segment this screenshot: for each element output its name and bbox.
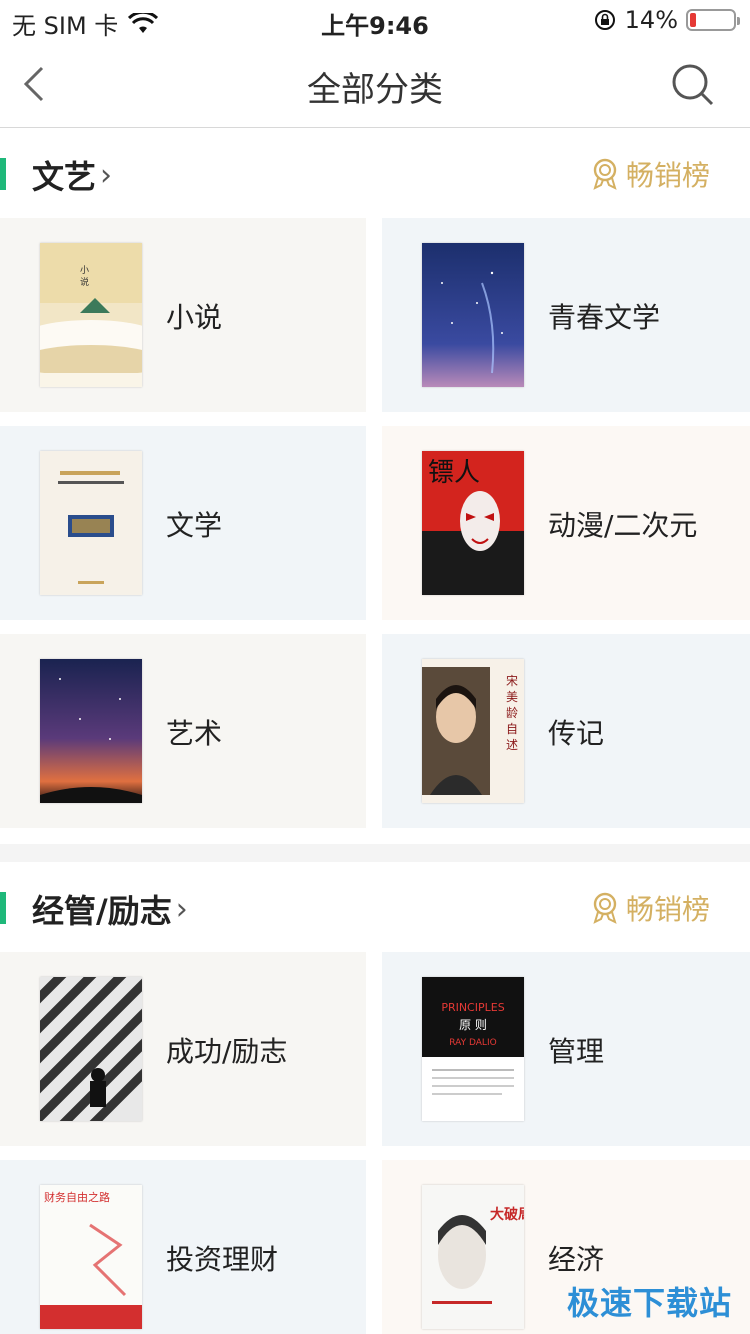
striped-book-cover	[40, 977, 142, 1121]
svg-text:小: 小	[80, 265, 89, 276]
tile-label: 成功/励志	[166, 1035, 288, 1068]
bestseller-label: 畅销榜	[625, 893, 710, 926]
cover-title-2: 美	[506, 690, 518, 704]
category-tile-chenggong[interactable]: 成功/励志	[0, 952, 366, 1146]
portrait-book-cover: 宋 美 龄 自 述	[422, 659, 524, 803]
medal-icon	[593, 158, 617, 190]
tile-label: 投资理财	[166, 1243, 279, 1276]
category-tile-wenxue[interactable]: 文学	[0, 426, 366, 620]
section-title-text: 文艺	[32, 158, 97, 196]
tile-label: 动漫/二次元	[548, 509, 698, 542]
category-tile-guanli[interactable]: PRINCIPLES 原 则 RAY DALIO 管理	[382, 952, 750, 1146]
battery-fill	[690, 13, 696, 27]
chevron-right-icon: ›	[175, 891, 188, 927]
section-header: 经管/励志 › 畅销榜	[0, 862, 750, 952]
tile-label: 传记	[548, 717, 605, 750]
cover-title: 镖人	[428, 458, 480, 488]
mask-book-cover: 镖人	[422, 451, 524, 595]
woman-portrait-book-cover: 大破局	[422, 1185, 524, 1329]
battery-icon	[686, 9, 740, 31]
rotation-lock-icon	[594, 10, 615, 30]
starry-night-book-cover	[422, 243, 524, 387]
category-tile-yishu[interactable]: 艺术	[0, 634, 366, 828]
svg-text:说: 说	[80, 276, 89, 288]
category-tile-touzi[interactable]: 财务自由之路 投资理财	[0, 1160, 366, 1334]
section-accent-bar	[0, 158, 6, 190]
bestseller-link[interactable]: 畅销榜	[590, 154, 710, 194]
section-header: 文艺 › 畅销榜	[0, 128, 750, 218]
section-title-text: 经管/励志	[32, 892, 172, 930]
category-tile-qingchun[interactable]: 青春文学	[382, 218, 750, 412]
tile-label: 小说	[166, 301, 223, 334]
tile-label: 管理	[548, 1035, 605, 1068]
nav-bar: 全部分类	[0, 40, 750, 128]
cover-subtitle: 原 则	[459, 1018, 487, 1032]
cover-title: 财务自由之路	[44, 1190, 110, 1204]
cover-title-3: 龄	[506, 706, 518, 720]
category-tile-xiaoshuo[interactable]: 小 说 小说	[0, 218, 366, 412]
section-title-link[interactable]: 文艺 ›	[32, 152, 112, 198]
cover-title-4: 自	[506, 722, 518, 736]
bestseller-label: 畅销榜	[625, 159, 710, 192]
category-tile-zhuanji[interactable]: 宋 美 龄 自 述 传记	[382, 634, 750, 828]
site-watermark: 极速下载站	[566, 1284, 732, 1322]
cover-title-5: 述	[506, 738, 518, 752]
search-icon[interactable]	[670, 62, 716, 108]
status-right: 14%	[593, 6, 740, 34]
cover-title: 宋	[506, 673, 518, 688]
tile-label: 艺术	[166, 717, 223, 750]
bestseller-link[interactable]: 畅销榜	[590, 888, 710, 928]
tile-label: 经济	[548, 1243, 605, 1276]
section-wenyi: 文艺 › 畅销榜 小 说 小说 青春文学 文学 镖人 动漫/二次元 艺术 宋 美…	[0, 128, 750, 844]
battery-percent: 14%	[624, 6, 678, 34]
category-tile-dongman[interactable]: 镖人 动漫/二次元	[382, 426, 750, 620]
chevron-right-icon: ›	[100, 157, 113, 193]
tile-label: 青春文学	[548, 301, 661, 334]
principles-book-cover: PRINCIPLES 原 则 RAY DALIO	[422, 977, 524, 1121]
cover-title: PRINCIPLES	[441, 1001, 504, 1014]
galaxy-book-cover	[40, 659, 142, 803]
section-accent-bar	[0, 892, 6, 924]
section-jingguan: 经管/励志 › 畅销榜 成功/励志 PRINCIPLES 原 则 RAY DAL…	[0, 862, 750, 1334]
medal-icon	[593, 892, 617, 924]
cover-author: RAY DALIO	[449, 1038, 496, 1048]
status-bar: 无 SIM 卡 上午9:46 14%	[0, 0, 750, 40]
cover-title: 大破局	[490, 1206, 524, 1223]
section-title-link[interactable]: 经管/励志 ›	[32, 886, 188, 932]
finance-book-cover: 财务自由之路	[40, 1185, 142, 1329]
tile-label: 文学	[166, 509, 223, 542]
cream-book-cover	[40, 451, 142, 595]
misty-mountain-book-cover: 小 说	[40, 243, 142, 387]
page-title: 全部分类	[307, 70, 443, 110]
